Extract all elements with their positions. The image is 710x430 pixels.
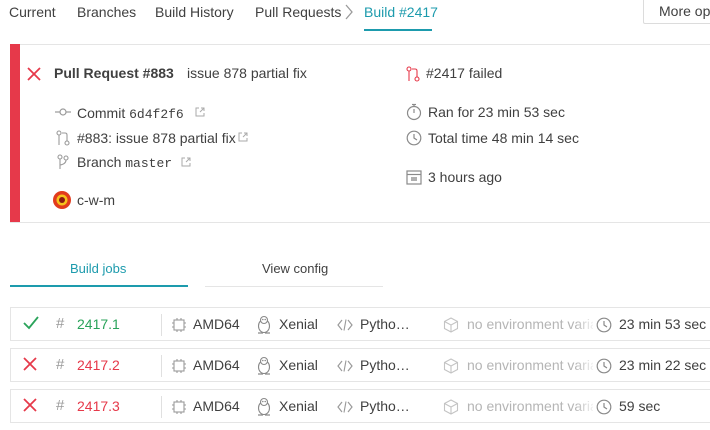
job-arch: AMD64 (193, 357, 240, 373)
commit-icon (55, 108, 71, 116)
failed-x-icon (23, 357, 37, 371)
author-name[interactable]: c-w-m (77, 192, 115, 208)
nav-tab-branches[interactable]: Branches (77, 4, 136, 20)
breadcrumb-chevron-icon (345, 4, 353, 20)
job-duration: 59 sec (619, 398, 661, 414)
clock-icon (596, 317, 612, 333)
failed-x-icon (23, 398, 37, 412)
commit-label: Commit (77, 105, 126, 121)
tab-view-config[interactable]: View config (262, 261, 328, 276)
finished-time: 3 hours ago (428, 169, 502, 185)
job-arch: AMD64 (193, 316, 240, 332)
cpu-icon (172, 318, 186, 332)
commit-link[interactable]: Commit 6d4f2f6 (77, 105, 184, 122)
hash-icon: # (56, 315, 65, 332)
job-duration: 23 min 53 sec (619, 316, 707, 332)
job-number[interactable]: 2417.1 (77, 316, 120, 332)
cpu-icon (172, 400, 186, 414)
job-number[interactable]: 2417.2 (77, 357, 120, 373)
job-arch: AMD64 (193, 398, 240, 414)
cube-icon (443, 399, 459, 415)
pull-request-failed-icon (406, 66, 420, 82)
cube-icon (443, 317, 459, 333)
branch-label: Branch (77, 154, 122, 170)
nav-active-underline (364, 29, 432, 31)
commit-message: issue 878 partial fix (187, 65, 307, 81)
passed-check-icon (23, 316, 39, 330)
build-status: #2417 failed (426, 65, 503, 81)
total-time: Total time 48 min 14 sec (428, 130, 579, 146)
nav-tab-build[interactable]: Build #2417 (364, 4, 438, 20)
failed-status-stripe (10, 44, 20, 222)
tab-build-jobs-underline (10, 285, 188, 287)
cpu-icon (172, 359, 186, 373)
branch-link[interactable]: Branch master (77, 154, 172, 171)
env-fade (575, 353, 597, 379)
nav-tab-current[interactable]: Current (9, 4, 56, 20)
job-row[interactable]: # 2417.1 AMD64 Xenial Pytho… no environm… (10, 307, 710, 341)
tab-build-jobs[interactable]: Build jobs (70, 261, 126, 276)
env-fade (575, 394, 597, 420)
external-link-icon[interactable] (238, 132, 248, 142)
more-options-button[interactable]: More opt (643, 0, 710, 24)
clock-icon (596, 399, 612, 415)
job-language: Pytho… (360, 357, 410, 373)
env-fade (575, 312, 597, 338)
job-number[interactable]: 2417.3 (77, 398, 120, 414)
commit-sha: 6d4f2f6 (129, 107, 184, 122)
pull-request-icon (56, 130, 70, 146)
calendar-icon (406, 170, 422, 185)
branch-icon (57, 154, 69, 169)
linux-penguin-icon (257, 315, 271, 334)
external-link-icon[interactable] (181, 157, 191, 167)
code-icon (337, 360, 353, 372)
pull-request-link[interactable]: #883: issue 878 partial fix (77, 130, 236, 146)
job-os: Xenial (279, 398, 318, 414)
cube-icon (443, 358, 459, 374)
job-row[interactable]: # 2417.2 AMD64 Xenial Pytho… no environm… (10, 348, 710, 382)
nav-tab-build-history[interactable]: Build History (155, 4, 234, 20)
job-language: Pytho… (360, 316, 410, 332)
job-duration: 23 min 22 sec (619, 357, 707, 373)
stopwatch-icon (406, 103, 422, 121)
external-link-icon[interactable] (195, 107, 205, 117)
linux-penguin-icon (257, 397, 271, 416)
clock-icon (406, 130, 422, 146)
nav-tab-pull-requests[interactable]: Pull Requests (255, 4, 341, 20)
pull-request-title[interactable]: Pull Request #883 (54, 65, 174, 81)
tab-view-config-underline (205, 286, 383, 287)
row-divider (161, 396, 162, 418)
failed-x-icon (27, 67, 41, 81)
ran-for: Ran for 23 min 53 sec (428, 104, 565, 120)
branch-name: master (125, 156, 173, 171)
code-icon (337, 319, 353, 331)
code-icon (337, 401, 353, 413)
job-language: Pytho… (360, 398, 410, 414)
row-divider (161, 355, 162, 377)
avatar (53, 191, 71, 209)
clock-icon (596, 358, 612, 374)
hash-icon: # (56, 397, 65, 414)
row-divider (161, 314, 162, 336)
job-os: Xenial (279, 357, 318, 373)
job-row[interactable]: # 2417.3 AMD64 Xenial Pytho… no environm… (10, 389, 710, 423)
linux-penguin-icon (257, 356, 271, 375)
job-os: Xenial (279, 316, 318, 332)
hash-icon: # (56, 356, 65, 373)
